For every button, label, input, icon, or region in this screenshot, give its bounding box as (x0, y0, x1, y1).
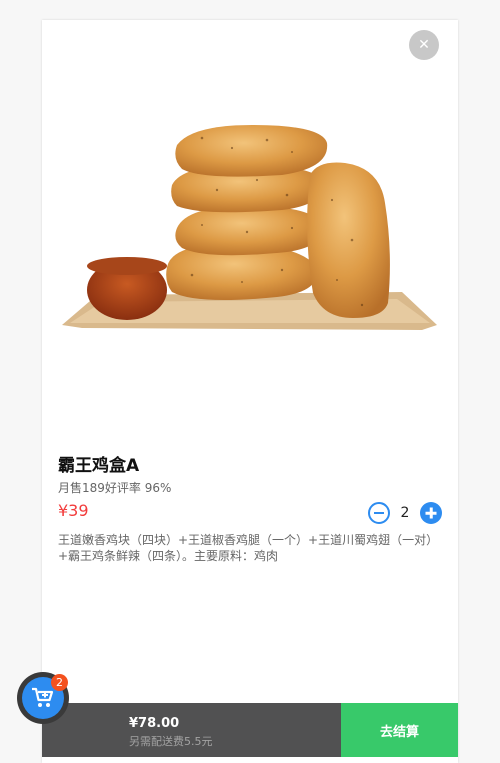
cart-count-badge: 2 (51, 674, 68, 691)
product-title: 霸王鸡盒A (58, 456, 140, 476)
checkout-button[interactable]: 去结算 (341, 703, 458, 757)
increase-quantity-button[interactable] (420, 502, 442, 524)
cart-bar: ¥78.00 另需配送费5.5元 去结算 (42, 703, 458, 757)
product-description: 王道嫩香鸡块（四块）+王道椒香鸡腿（一个）+王道川蜀鸡翅（一对）+霸王鸡条鲜辣（… (58, 533, 439, 563)
decrease-quantity-button[interactable] (368, 502, 390, 524)
product-sales-rating: 月售189好评率 96% (58, 481, 172, 495)
minus-icon (374, 512, 384, 514)
cart-icon (32, 687, 54, 707)
cart-total: ¥78.00 (129, 716, 180, 731)
quantity-stepper: 2 (368, 502, 442, 524)
close-button[interactable]: ✕ (409, 30, 439, 60)
product-image (62, 125, 437, 330)
product-detail-card: ✕ 霸王鸡盒A 月售189好评率 96% ¥39 2 王道嫩香鸡块（四块）+王道… (42, 20, 458, 763)
close-icon: ✕ (418, 37, 430, 53)
quantity-value: 2 (400, 505, 410, 521)
product-price: ¥39 (58, 501, 89, 520)
delivery-fee-note: 另需配送费5.5元 (129, 735, 213, 748)
